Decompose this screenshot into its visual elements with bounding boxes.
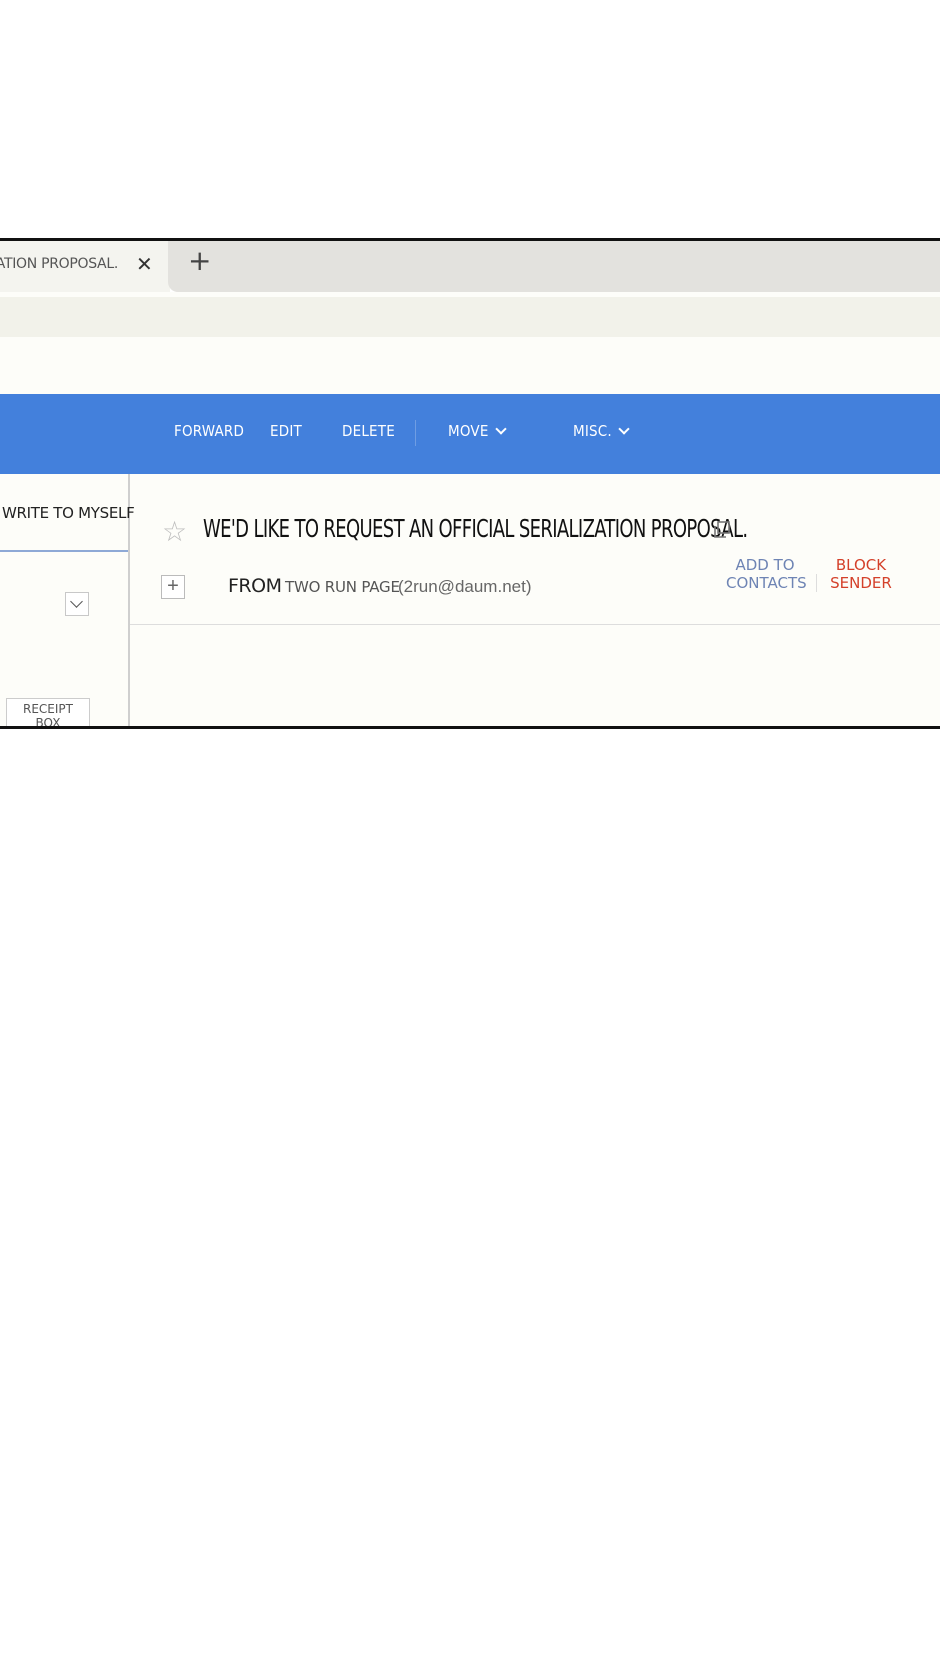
write-to-myself-label: WRITE TO MYSELF bbox=[2, 504, 135, 522]
receipt-box-label-2: BOX bbox=[35, 716, 61, 729]
copy-icon[interactable] bbox=[712, 520, 732, 540]
misc-button[interactable]: MISC. bbox=[573, 422, 630, 440]
sender-name[interactable]: TWO RUN PAGE bbox=[285, 578, 400, 596]
mail-subject: WE'D LIKE TO REQUEST AN OFFICIAL SERIALI… bbox=[203, 514, 748, 543]
chevron-down-icon bbox=[618, 423, 630, 435]
edit-button[interactable]: EDIT bbox=[270, 422, 302, 440]
tab-bar: WE'D LIKE TO REQUEST AN OFFICIAL SERIALI… bbox=[0, 241, 940, 292]
from-label: FROM bbox=[228, 575, 282, 597]
delete-button[interactable]: DELETE bbox=[342, 422, 395, 440]
close-tab-icon[interactable]: ✕ bbox=[136, 252, 153, 276]
misc-label: MISC. bbox=[573, 422, 612, 440]
move-button[interactable]: MOVE bbox=[448, 422, 507, 440]
block-sender-button[interactable]: BLOCK SENDER bbox=[826, 556, 896, 592]
move-label: MOVE bbox=[448, 422, 489, 440]
chevron-down-icon bbox=[70, 595, 83, 608]
mail-header: ☆ WE'D LIKE TO REQUEST AN OFFICIAL SERIA… bbox=[130, 474, 940, 625]
action-divider bbox=[816, 574, 817, 592]
sender-email[interactable]: (2run@daum.net) bbox=[398, 577, 532, 597]
add-to-contacts-label-1: ADD TO bbox=[735, 556, 795, 574]
receipt-box-button[interactable]: RECEIPT BOX bbox=[6, 698, 90, 729]
forward-button[interactable]: FORWARD bbox=[174, 422, 244, 440]
add-to-contacts-button[interactable]: ADD TO CONTACTS bbox=[726, 556, 807, 592]
toolbar-divider bbox=[415, 420, 416, 446]
page-header bbox=[0, 337, 940, 392]
tab-title: WE'D LIKE TO REQUEST AN OFFICIAL SERIALI… bbox=[0, 256, 118, 272]
block-sender-label-2: SENDER bbox=[830, 574, 892, 592]
new-tab-icon[interactable]: + bbox=[188, 247, 211, 275]
address-bar[interactable] bbox=[0, 297, 940, 337]
chevron-down-icon bbox=[494, 423, 507, 435]
add-to-contacts-label-2: CONTACTS bbox=[726, 574, 807, 592]
receipt-box-label-1: RECEIPT bbox=[23, 702, 73, 716]
write-to-myself-item[interactable]: WRITE TO MYSELF bbox=[0, 474, 135, 552]
active-tab[interactable]: WE'D LIKE TO REQUEST AN OFFICIAL SERIALI… bbox=[0, 241, 170, 292]
folder-dropdown-button[interactable] bbox=[65, 592, 89, 616]
browser-window: WE'D LIKE TO REQUEST AN OFFICIAL SERIALI… bbox=[0, 238, 940, 729]
star-icon[interactable]: ☆ bbox=[162, 518, 187, 546]
sidebar: WRITE TO MYSELF RECEIPT BOX bbox=[0, 474, 135, 729]
tab-strip: + bbox=[168, 241, 940, 292]
block-sender-label-1: BLOCK bbox=[835, 556, 887, 574]
mail-toolbar: FORWARD EDIT DELETE MOVE MISC. bbox=[0, 394, 940, 474]
expand-details-button[interactable]: + bbox=[161, 575, 185, 599]
